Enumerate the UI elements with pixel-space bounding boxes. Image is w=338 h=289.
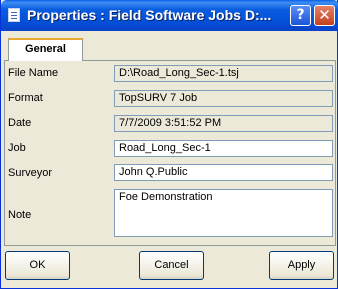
job-label: Job [8, 142, 26, 154]
file-name-field[interactable]: D:\Road_Long_Sec-1.tsj [114, 65, 333, 82]
surveyor-label: Surveyor [8, 167, 53, 179]
surveyor-input[interactable]: John Q.Public [114, 164, 333, 181]
date-field[interactable]: 7/7/2009 3:51:52 PM [114, 115, 333, 132]
date-label: Date [8, 117, 32, 129]
help-button[interactable]: ? [290, 5, 311, 26]
file-name-label: File Name [8, 67, 59, 79]
apply-button[interactable]: Apply [269, 251, 334, 280]
job-input[interactable]: Road_Long_Sec-1 [114, 140, 333, 157]
properties-document-icon [8, 8, 20, 22]
close-button[interactable]: ✕ [314, 5, 335, 26]
title-bar[interactable]: Properties : Field Software Jobs D:... ?… [1, 0, 338, 31]
tab-general[interactable]: General [8, 38, 83, 61]
note-label: Note [8, 209, 32, 221]
ok-button[interactable]: OK [5, 251, 70, 280]
format-label: Format [8, 92, 43, 104]
cancel-button[interactable]: Cancel [139, 251, 204, 280]
window-title: Properties : Field Software Jobs D:... [27, 7, 272, 23]
properties-dialog: Properties : Field Software Jobs D:... ?… [0, 0, 338, 289]
format-field[interactable]: TopSURV 7 Job [114, 90, 333, 107]
note-textarea[interactable]: Foe Demonstration [114, 189, 333, 237]
